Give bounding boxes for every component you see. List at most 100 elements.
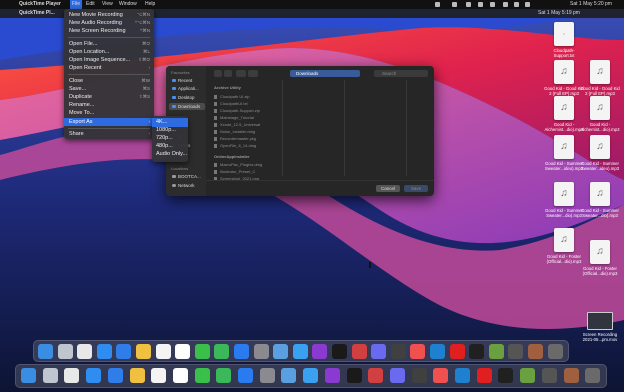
- menu-item-new-audio-recording[interactable]: New Audio Recording ^⌥⌘N: [64, 19, 154, 27]
- podcasts-icon[interactable]: [312, 344, 328, 359]
- sidebar-item-network[interactable]: Network: [169, 182, 205, 189]
- script-icon[interactable]: [528, 344, 543, 359]
- sidebar-item-recent[interactable]: Recent: [169, 77, 205, 84]
- trash-icon[interactable]: [547, 344, 563, 359]
- battery-status-icon[interactable]: [452, 2, 457, 7]
- file-item[interactable]: OpenFile_6_14.dmg: [214, 143, 256, 148]
- imovie-icon[interactable]: [389, 368, 405, 383]
- preview-icon[interactable]: [281, 368, 297, 383]
- facetime-icon[interactable]: [214, 344, 230, 359]
- save-button[interactable]: Save: [404, 185, 428, 192]
- youtube-icon[interactable]: [476, 368, 492, 383]
- messages-icon[interactable]: [194, 344, 210, 359]
- sidebar-item-bootcamp[interactable]: BOOTCA...: [169, 173, 205, 180]
- launchpad-icon[interactable]: [57, 344, 73, 359]
- menu-item-open-location[interactable]: Open Location... ⌘L: [64, 48, 154, 56]
- menu-item-new-screen-recording[interactable]: New Screen Recording ^⌘N: [64, 27, 154, 35]
- appstore-icon[interactable]: [238, 368, 253, 383]
- minecraft-icon[interactable]: [488, 344, 504, 359]
- desktop-icon-audio[interactable]: ♫ Good Kid - Summer Sweater...ideo).mp3: [544, 135, 584, 171]
- file-item[interactable]: Xcode_12.5_Universal: [214, 122, 260, 127]
- istat-icon[interactable]: [351, 344, 367, 359]
- sidebar-item-applications[interactable]: Applicati...: [169, 85, 205, 92]
- search-icon[interactable]: [525, 2, 530, 7]
- desktop-icon-audio[interactable]: ♫ Good Kid - Good Kid 2 (Full EP).mp3: [580, 60, 620, 96]
- wifi-icon[interactable]: [514, 2, 519, 7]
- finalcut-icon[interactable]: [411, 368, 427, 383]
- menu-help[interactable]: Help: [145, 0, 155, 9]
- column-divider[interactable]: [344, 80, 345, 176]
- menu-item-open-recent[interactable]: Open Recent ›: [64, 64, 154, 72]
- file-item[interactable]: MacroPac_Plugins.dmg: [214, 162, 262, 167]
- launchpad-icon[interactable]: [42, 368, 58, 383]
- quicktime-icon[interactable]: [332, 344, 347, 359]
- menu-item-new-movie-recording[interactable]: New Movie Recording ⌥⌘N: [64, 11, 154, 19]
- file-item[interactable]: Mainstage_Tutorial: [214, 115, 254, 120]
- forward-button[interactable]: [224, 70, 232, 77]
- screenflow-icon[interactable]: [430, 344, 445, 359]
- calendar-status-icon[interactable]: [466, 2, 471, 7]
- file-item[interactable]: Recordermaster.pkg: [214, 136, 256, 141]
- capture-icon[interactable]: [410, 344, 426, 359]
- preview-icon[interactable]: [273, 344, 289, 359]
- notes-icon[interactable]: [136, 344, 151, 359]
- menu-file[interactable]: File: [70, 0, 83, 9]
- view-grid-icon[interactable]: [248, 70, 258, 77]
- sidebar-item-desktop[interactable]: Desktop: [169, 94, 205, 101]
- back-button[interactable]: [214, 70, 222, 77]
- desktop-icon-audio[interactable]: ♫ Good Kid - Foster (Official...dio).mp3: [544, 228, 584, 264]
- trash-icon[interactable]: [585, 368, 601, 383]
- menu-item-move-to[interactable]: Move To...: [64, 109, 154, 117]
- menu-item-close[interactable]: Close ⌘W: [64, 77, 154, 85]
- mail-icon[interactable]: [116, 344, 132, 359]
- menu-item-share[interactable]: Share ›: [64, 130, 154, 138]
- volume-icon[interactable]: [503, 2, 508, 7]
- desktop-icon-audio[interactable]: ♫ Good Kid - Alchemist...dio).mp3: [580, 96, 620, 132]
- sysmon-icon[interactable]: [541, 368, 557, 383]
- sidebar-item-downloads[interactable]: Downloads: [169, 103, 205, 110]
- screenflow-icon[interactable]: [455, 368, 470, 383]
- menu-item-open-image-sequence[interactable]: Open Image Sequence... ⇧⌘O: [64, 56, 154, 64]
- appstore-icon[interactable]: [234, 344, 249, 359]
- menu-item-duplicate[interactable]: Duplicate ⇧⌘S: [64, 93, 154, 101]
- settings-icon[interactable]: [259, 368, 275, 383]
- record-icon[interactable]: [435, 2, 440, 7]
- column-divider[interactable]: [282, 80, 283, 176]
- audio-status-icon[interactable]: [478, 2, 483, 7]
- podcasts-icon[interactable]: [324, 368, 340, 383]
- finder-icon[interactable]: [21, 368, 36, 383]
- youtube-icon[interactable]: [449, 344, 465, 359]
- export-option-audio-only[interactable]: Audio Only...: [152, 150, 188, 159]
- desktop-icon-audio[interactable]: ♫ Good Kid - Good Kid 2 (Full EP).mp3: [544, 60, 584, 96]
- tv-icon[interactable]: [498, 368, 514, 383]
- cancel-button[interactable]: Cancel: [376, 185, 400, 192]
- menu-view[interactable]: View: [102, 0, 113, 9]
- tv-icon[interactable]: [469, 344, 485, 359]
- istat-icon[interactable]: [368, 368, 384, 383]
- bluetooth-icon[interactable]: [490, 2, 495, 7]
- minecraft-icon[interactable]: [520, 368, 536, 383]
- chrome-icon[interactable]: [77, 344, 93, 359]
- safari-icon[interactable]: [96, 344, 112, 359]
- location-dropdown[interactable]: Downloads: [290, 70, 360, 77]
- menu-item-open-file[interactable]: Open File... ⌘O: [64, 40, 154, 48]
- desktop-icon-cloudpath-txt[interactable]: ≡ Cloudpath-Support.txt: [544, 22, 584, 58]
- menu-item-save[interactable]: Save... ⌘S: [64, 85, 154, 93]
- menu-edit[interactable]: Edit: [86, 0, 95, 9]
- xcode-icon[interactable]: [292, 344, 308, 359]
- quicktime-icon[interactable]: [346, 368, 362, 383]
- desktop-icon-audio[interactable]: ♫ Good Kid - Foster (Official...dio).mp3: [580, 240, 620, 276]
- facetime-icon[interactable]: [216, 368, 232, 383]
- mail-icon[interactable]: [107, 368, 123, 383]
- imovie-icon[interactable]: [371, 344, 387, 359]
- menu-item-export-as[interactable]: Export As ›: [64, 118, 154, 126]
- notes-icon[interactable]: [129, 368, 145, 383]
- menubar-clock[interactable]: Sat 1 May 5:20 pm: [570, 0, 612, 9]
- app-menu[interactable]: QuickTime Player: [19, 0, 61, 9]
- photos-icon[interactable]: [151, 368, 167, 383]
- sysmon-icon[interactable]: [508, 344, 524, 359]
- chrome-icon[interactable]: [64, 368, 80, 383]
- column-divider[interactable]: [406, 80, 407, 176]
- desktop-icon-screen-recording[interactable]: Screen Recording 2021-05...pm.mov: [580, 312, 620, 342]
- view-columns-icon[interactable]: [236, 70, 246, 77]
